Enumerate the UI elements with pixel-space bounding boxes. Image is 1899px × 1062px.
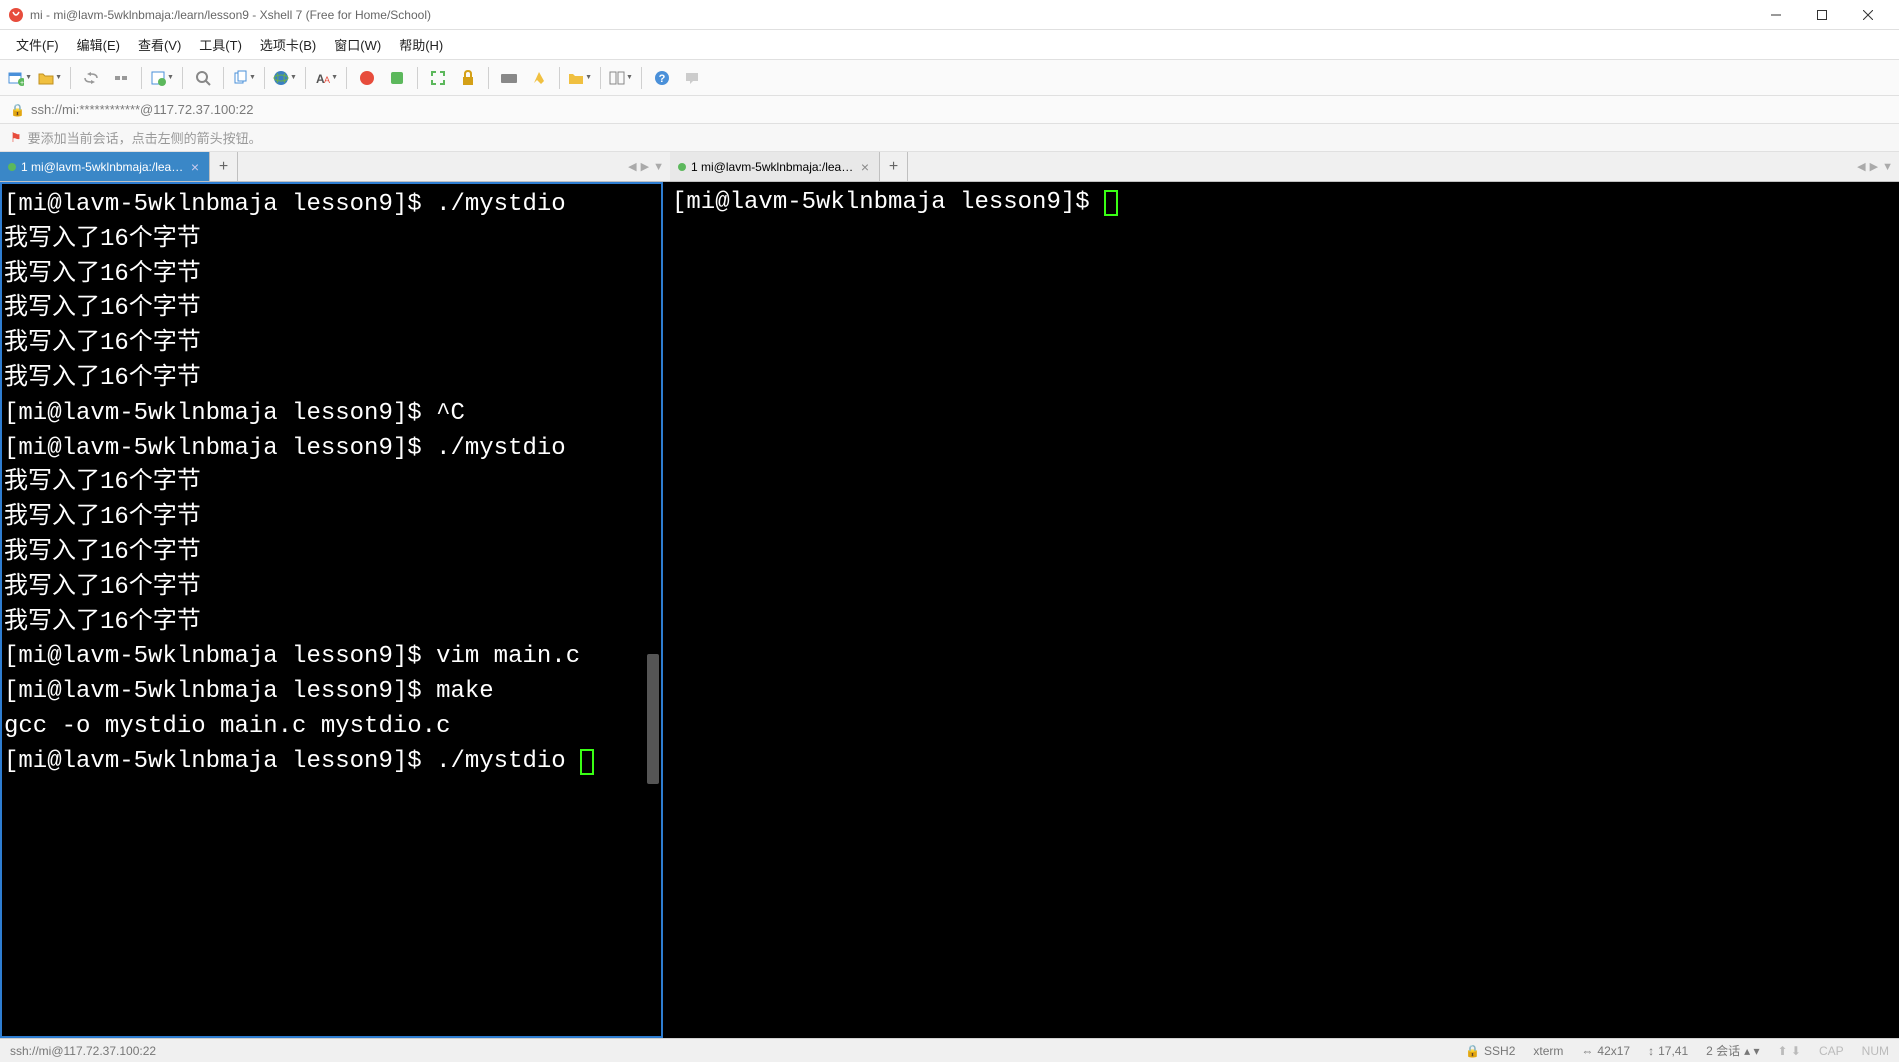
toolbar-separator [305, 67, 306, 89]
status-address: ssh://mi@117.72.37.100:22 [10, 1044, 156, 1058]
help-button[interactable]: ? [650, 66, 674, 90]
keyboard-button[interactable] [497, 66, 521, 90]
reconnect-button[interactable] [79, 66, 103, 90]
status-updown-icon: ⬆ ⬇ [1778, 1044, 1801, 1058]
layout-button[interactable]: ▼ [609, 66, 633, 90]
toolbar-separator [417, 67, 418, 89]
toolbar-separator [264, 67, 265, 89]
toolbar-separator [141, 67, 142, 89]
tab-group-left: 1 mi@lavm-5wklnbmaja:/learn... × + ◀ ▶ ▼ [0, 152, 670, 181]
address-bar[interactable]: 🔒 ssh://mi:************@117.72.37.100:22 [0, 96, 1899, 124]
font-button[interactable]: AA▼ [314, 66, 338, 90]
close-button[interactable] [1845, 0, 1891, 30]
menu-tools[interactable]: 工具(T) [191, 31, 250, 58]
window-title: mi - mi@lavm-5wklnbmaja:/learn/lesson9 -… [30, 8, 1753, 22]
toolbar-separator [346, 67, 347, 89]
hint-text: 要添加当前会话，点击左侧的箭头按钮。 [28, 128, 262, 147]
connection-dot-icon [8, 163, 16, 171]
tab-list-button[interactable]: ▼ [653, 161, 664, 173]
lock-icon: 🔒 [10, 103, 25, 117]
status-cap: CAP [1819, 1044, 1844, 1058]
properties-button[interactable]: ▼ [150, 66, 174, 90]
tab-next-button[interactable]: ▶ [641, 160, 649, 173]
toolbar-separator [182, 67, 183, 89]
scrollbar[interactable] [647, 654, 659, 784]
status-proto: 🔒SSH2 [1465, 1044, 1515, 1058]
address-text: ssh://mi:************@117.72.37.100:22 [31, 102, 254, 117]
xshell-logo-button[interactable] [355, 66, 379, 90]
tab-prev-button[interactable]: ◀ [628, 160, 636, 173]
lock-icon: 🔒 [1465, 1044, 1480, 1058]
menu-help[interactable]: 帮助(H) [391, 31, 451, 58]
tab-prev-button[interactable]: ◀ [1857, 160, 1865, 173]
status-session-count[interactable]: 2 会话 ▴ ▾ [1706, 1042, 1759, 1059]
titlebar: mi - mi@lavm-5wklnbmaja:/learn/lesson9 -… [0, 0, 1899, 30]
terminal-left[interactable]: [mi@lavm-5wklnbmaja lesson9]$ ./mystdio … [0, 182, 663, 1038]
tab-label: 1 mi@lavm-5wklnbmaja:/learn... [691, 160, 854, 174]
svg-text:A: A [324, 75, 330, 85]
menu-window[interactable]: 窗口(W) [326, 31, 389, 58]
status-bar: ssh://mi@117.72.37.100:22 🔒SSH2 xterm ⇔ … [0, 1038, 1899, 1062]
toolbar-separator [488, 67, 489, 89]
status-num: NUM [1862, 1044, 1889, 1058]
globe-button[interactable]: ▼ [273, 66, 297, 90]
folder-nav-button[interactable]: ▼ [568, 66, 592, 90]
app-icon [8, 7, 24, 23]
search-button[interactable] [191, 66, 215, 90]
window-controls [1753, 0, 1891, 30]
terminal-area: [mi@lavm-5wklnbmaja lesson9]$ ./mystdio … [0, 182, 1899, 1038]
fullscreen-button[interactable] [426, 66, 450, 90]
toolbar-separator [70, 67, 71, 89]
hint-bar: ⚑ 要添加当前会话，点击左侧的箭头按钮。 [0, 124, 1899, 152]
svg-text:+: + [20, 80, 24, 86]
menu-view[interactable]: 查看(V) [130, 31, 189, 58]
disconnect-button[interactable] [109, 66, 133, 90]
lock-button[interactable] [456, 66, 480, 90]
toolbar: +▼ ▼ ▼ ▼ ▼ AA▼ ▼ ▼ ? [0, 60, 1899, 96]
tab-session-1[interactable]: 1 mi@lavm-5wklnbmaja:/learn... × [0, 152, 210, 181]
svg-text:?: ? [659, 73, 666, 85]
toolbar-separator [641, 67, 642, 89]
chat-button[interactable] [680, 66, 704, 90]
copy-button[interactable]: ▼ [232, 66, 256, 90]
menubar: 文件(F) 编辑(E) 查看(V) 工具(T) 选项卡(B) 窗口(W) 帮助(… [0, 30, 1899, 60]
xftp-button[interactable] [385, 66, 409, 90]
menu-tabs[interactable]: 选项卡(B) [252, 31, 324, 58]
status-size: ↕ 17,41 [1648, 1044, 1688, 1058]
toolbar-separator [559, 67, 560, 89]
tab-nav-left: ◀ ▶ ▼ [622, 152, 670, 181]
tab-close-button[interactable]: × [859, 159, 871, 175]
tab-group-right: 1 mi@lavm-5wklnbmaja:/learn... × + ◀ ▶ ▼ [670, 152, 1899, 181]
new-session-button[interactable]: +▼ [8, 66, 32, 90]
terminal-right[interactable]: [mi@lavm-5wklnbmaja lesson9]$ [670, 182, 1899, 1038]
tab-list-button[interactable]: ▼ [1882, 161, 1893, 173]
flag-icon: ⚑ [10, 130, 22, 146]
add-tab-button[interactable]: + [210, 152, 238, 181]
maximize-button[interactable] [1799, 0, 1845, 30]
tab-session-2[interactable]: 1 mi@lavm-5wklnbmaja:/learn... × [670, 152, 880, 181]
open-button[interactable]: ▼ [38, 66, 62, 90]
tab-close-button[interactable]: × [189, 159, 201, 175]
tab-label: 1 mi@lavm-5wklnbmaja:/learn... [21, 160, 184, 174]
highlight-button[interactable] [527, 66, 551, 90]
connection-dot-icon [678, 163, 686, 171]
add-tab-button[interactable]: + [880, 152, 908, 181]
toolbar-separator [600, 67, 601, 89]
tab-next-button[interactable]: ▶ [1870, 160, 1878, 173]
tab-nav-right: ◀ ▶ ▼ [1851, 152, 1899, 181]
tab-bar: 1 mi@lavm-5wklnbmaja:/learn... × + ◀ ▶ ▼… [0, 152, 1899, 182]
menu-file[interactable]: 文件(F) [8, 31, 67, 58]
minimize-button[interactable] [1753, 0, 1799, 30]
status-termtype: xterm [1533, 1044, 1563, 1058]
toolbar-separator [223, 67, 224, 89]
status-dimensions: ⇔ 42x17 [1581, 1044, 1630, 1058]
menu-edit[interactable]: 编辑(E) [69, 31, 128, 58]
